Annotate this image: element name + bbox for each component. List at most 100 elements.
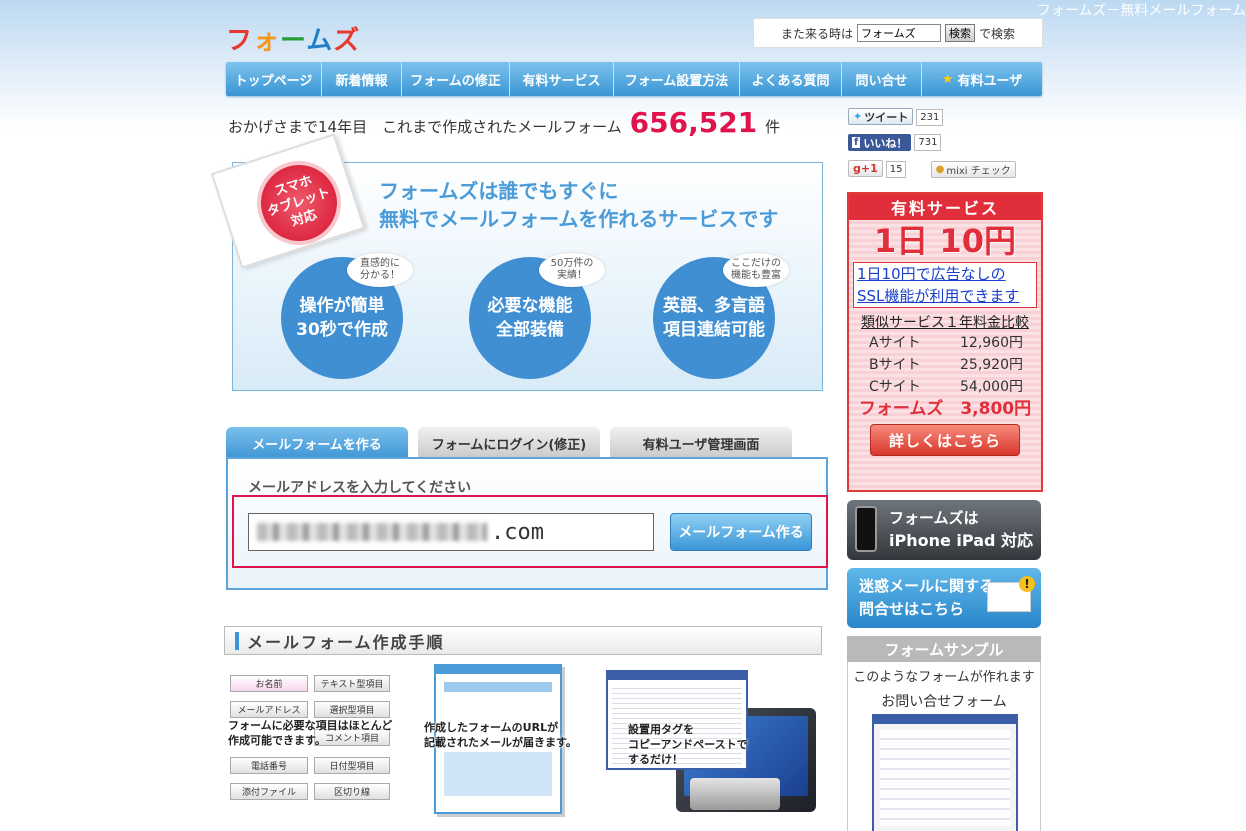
warning-icon: ! <box>1019 576 1035 592</box>
mixi-check-button[interactable]: ● mixi チェック <box>930 161 1016 178</box>
field-email: メールアドレス <box>230 701 308 718</box>
hero-title-line2: 無料でメールフォームを作れるサービスです <box>379 207 779 231</box>
compare-site: Aサイト <box>869 335 921 351</box>
gplus-button[interactable]: g +1 <box>848 160 883 177</box>
paid-link-line1: 1日10円で広告なしの <box>857 265 1006 283</box>
tweet-count: 231 <box>916 109 944 126</box>
doc-header-bar <box>436 666 560 674</box>
create-form-button[interactable]: メールフォーム作る <box>670 513 812 551</box>
nav-item-setup[interactable]: フォーム設置方法 <box>614 62 740 96</box>
like-label: いいね！ <box>863 136 908 150</box>
star-icon: ★ <box>941 71 954 87</box>
field-phone: 電話番号 <box>230 757 308 774</box>
search-label: また来る時は <box>780 26 853 41</box>
iphone-icon <box>855 506 877 552</box>
step2-caption: 作成したフォームのURLが 記載されたメールが届きます。 <box>424 721 577 749</box>
nav-item-contact[interactable]: 問い合せ <box>842 62 922 96</box>
blurred-email-text <box>257 523 487 541</box>
spam-contact-banner[interactable]: 迷惑メールに関する 問合せはこちら ! <box>847 568 1041 628</box>
price-compare-title: 類似サービス１年料金比較 <box>861 315 1029 331</box>
sample-form-screenshot[interactable] <box>872 714 1018 831</box>
tab-paid-admin[interactable]: 有料ユーザ管理画面 <box>610 427 792 459</box>
compare-site: Cサイト <box>869 379 921 395</box>
gplus-count: 15 <box>885 161 907 178</box>
paid-feature-link[interactable]: 1日10円で広告なしの SSL機能が利用できます <box>853 262 1037 308</box>
counter-suffix: 件 <box>765 118 781 136</box>
feature-multilang-bubble: ここだけの 機能も豊富 <box>723 253 789 287</box>
logo-char: ム <box>306 26 334 56</box>
compare-price: 25,920円 <box>960 357 1023 373</box>
email-prompt: メールアドレスを入力してください <box>248 480 472 496</box>
mixi-label: mixi チェック <box>946 166 1011 177</box>
doc-title-bar <box>444 682 552 692</box>
steps-header-title: メールフォーム作成手順 <box>247 632 445 652</box>
compare-row: Aサイト 12,960円 <box>849 332 1041 354</box>
paid-service-box: 有料サービス 1日 10円 1日10円で広告なしの SSL機能が利用できます 類… <box>847 192 1043 492</box>
iphone-banner-line1: フォームズは <box>889 509 979 527</box>
compare-row: Cサイト 54,000円 <box>849 376 1041 398</box>
sample-desc: このようなフォームが作れます <box>853 670 1035 685</box>
field-name: お名前 <box>230 675 308 692</box>
nav-item-paid-user-label: 有料ユーザ <box>957 73 1023 89</box>
step1-caption: フォームに必要な項目はほとんど 作成可能できます。 <box>228 719 393 747</box>
form-tabs: メールフォームを作る フォームにログイン(修正) 有料ユーザ管理画面 <box>226 427 792 459</box>
nav-item-top[interactable]: トップページ <box>226 62 322 96</box>
search-input[interactable] <box>857 24 941 42</box>
paid-details-button[interactable]: 詳しくはこちら <box>870 424 1020 456</box>
our-price: フォームズ 3,800円 <box>858 399 1032 419</box>
sample-title: フォームサンプル <box>847 636 1041 662</box>
paid-service-title: 有料サービス <box>849 194 1041 220</box>
feature-easy-bubble: 直感的に 分かる！ <box>347 253 413 287</box>
doc-body <box>444 752 552 796</box>
gplus-icon: g <box>853 162 861 175</box>
nav-item-faq[interactable]: よくある質問 <box>740 62 842 96</box>
facebook-icon: f <box>852 137 861 148</box>
logo-char: ー <box>280 26 307 56</box>
paid-link-line2: SSL機能が利用できます <box>857 287 1020 305</box>
window-titlebar <box>608 672 746 680</box>
field-text: テキスト型項目 <box>314 675 390 692</box>
create-form-panel: メールアドレスを入力してください .com メールフォーム作る <box>226 457 828 590</box>
nav-item-paid-service[interactable]: 有料サービス <box>510 62 614 96</box>
sample-caption: お問い合せフォーム <box>881 694 1007 710</box>
nav-item-news[interactable]: 新着情報 <box>322 62 402 96</box>
search-suffix: で検索 <box>979 26 1016 41</box>
search-button[interactable]: 検索 <box>945 24 975 42</box>
sample-shot-body <box>880 730 1010 826</box>
hero-title-line1: フォームズは誰でもすぐに <box>379 179 619 203</box>
counter-number: 656,521 <box>629 106 758 139</box>
social-tweet: ✦ ツイート 231 <box>848 108 944 126</box>
nav-item-paid-user[interactable]: ★ 有料ユーザ <box>922 62 1042 96</box>
social-like: f いいね！ 731 <box>848 134 942 151</box>
site-search: また来る時は 検索 で検索 <box>753 18 1043 48</box>
iphone-banner[interactable]: フォームズは iPhone iPad 対応 <box>847 500 1041 560</box>
spam-banner-line2: 問合せはこちら <box>859 600 965 618</box>
mixi-icon: ● <box>935 164 945 175</box>
spam-banner-line1: 迷惑メールに関する <box>859 577 995 595</box>
hero-banner: スマホ タブレット 対応 フォームズは誰でもすぐに 無料でメールフォームを作れる… <box>210 133 823 391</box>
email-field[interactable]: .com <box>248 513 654 551</box>
step3-caption: 設置用タグを コピーアンドペーストで するだけ！ <box>628 723 748 766</box>
gplus-label: +1 <box>860 162 878 175</box>
field-attachment: 添付ファイル <box>230 783 308 800</box>
monitor-stand <box>690 778 780 810</box>
tweet-button[interactable]: ✦ ツイート <box>848 108 914 125</box>
form-counter: おかげさまで14年目 これまで作成されたメールフォーム 656,521 件 <box>228 106 780 139</box>
like-button[interactable]: f いいね！ <box>848 134 912 151</box>
tab-login-form[interactable]: フォームにログイン(修正) <box>418 427 600 459</box>
email-suffix: .com <box>491 519 544 545</box>
main-nav: トップページ 新着情報 フォームの修正 有料サービス フォーム設置方法 よくある… <box>226 62 1042 96</box>
sample-panel: このようなフォームが作れます お問い合せフォーム <box>847 662 1041 831</box>
steps-header: メールフォーム作成手順 <box>224 626 822 655</box>
steps-header-bar <box>235 631 239 650</box>
like-count: 731 <box>914 134 942 151</box>
site-logo[interactable]: フォームズ <box>226 20 360 57</box>
tab-create-form[interactable]: メールフォームを作る <box>226 427 408 459</box>
field-divider: 区切り線 <box>314 783 390 800</box>
logo-char: ォ <box>253 26 281 56</box>
iphone-banner-line2: iPhone iPad 対応 <box>889 531 1034 550</box>
step1-illustration: お名前 テキスト型項目 メールアドレス 選択型項目 コメント項目 電話番号 日付… <box>228 672 398 812</box>
twitter-bird-icon: ✦ <box>853 110 863 123</box>
nav-item-edit-form[interactable]: フォームの修正 <box>402 62 510 96</box>
compare-row: Bサイト 25,920円 <box>849 354 1041 376</box>
